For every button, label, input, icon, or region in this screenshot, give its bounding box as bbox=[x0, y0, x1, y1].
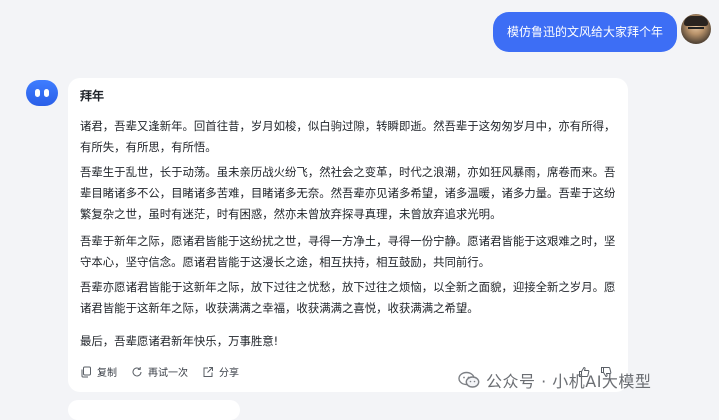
copy-label: 复制 bbox=[97, 368, 117, 379]
retry-icon bbox=[132, 366, 142, 376]
watermark-text: 公众号 · 小机AI大模型 bbox=[486, 372, 652, 391]
bot-message-title: 拜年 bbox=[80, 89, 105, 103]
bot-paragraph: 吾辈亦愿诸君皆能于这新年之际，放下过往之忧愁，放下过往之烦恼，以全新之面貌，迎接… bbox=[80, 280, 616, 315]
share-button[interactable]: 分享 bbox=[202, 364, 239, 379]
copy-button[interactable]: 复制 bbox=[80, 364, 117, 379]
next-message-card bbox=[68, 400, 240, 420]
bot-eye-left bbox=[35, 89, 40, 97]
bot-eye-right bbox=[44, 89, 49, 97]
retry-button[interactable]: 再试一次 bbox=[131, 364, 188, 379]
retry-label: 再试一次 bbox=[148, 368, 188, 379]
chat-area: 模仿鲁迅的文风给大家拜个年 拜年 诸君，吾辈又逢新年。回首往昔，岁月如梭，似白驹… bbox=[0, 0, 719, 420]
copy-icon bbox=[81, 366, 91, 377]
share-label: 分享 bbox=[219, 368, 239, 379]
avatar-hair bbox=[684, 16, 708, 26]
bot-paragraph: 最后，吾辈愿诸君新年快乐，万事胜意! bbox=[80, 334, 279, 348]
watermark: 公众号 · 小机AI大模型 bbox=[458, 368, 651, 392]
wechat-icon bbox=[458, 371, 480, 388]
bot-paragraph: 吾辈生于乱世，长于动荡。虽未亲历战火纷飞，然社会之变革，时代之浪潮，亦如狂风暴雨… bbox=[80, 165, 616, 221]
message-actions: 复制 再试一次 分享 bbox=[80, 364, 253, 379]
user-message-bubble: 模仿鲁迅的文风给大家拜个年 bbox=[492, 12, 677, 52]
avatar-glasses bbox=[688, 27, 704, 33]
bot-paragraph: 诸君，吾辈又逢新年。回首往昔，岁月如梭，似白驹过隙，转瞬即逝。然吾辈于这匆匆岁月… bbox=[80, 119, 616, 154]
share-icon bbox=[203, 366, 213, 377]
bot-avatar bbox=[26, 80, 58, 106]
bot-message-card: 拜年 诸君，吾辈又逢新年。回首往昔，岁月如梭，似白驹过隙，转瞬即逝。然吾辈于这匆… bbox=[68, 78, 628, 392]
bot-paragraph: 吾辈于新年之际，愿诸君皆能于这纷扰之世，寻得一方净土，寻得一份宁静。愿诸君皆能于… bbox=[80, 234, 616, 269]
user-avatar[interactable] bbox=[681, 14, 711, 44]
user-message-row: 模仿鲁迅的文风给大家拜个年 bbox=[492, 12, 677, 52]
